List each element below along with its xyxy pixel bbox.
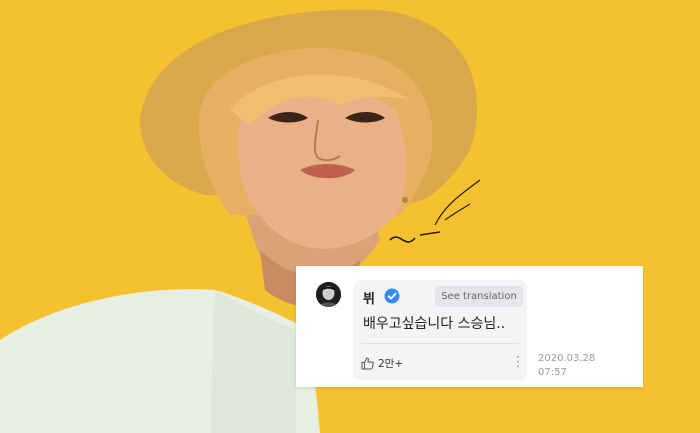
comment-time: 07:57 xyxy=(538,367,567,378)
artist-signature xyxy=(389,179,481,243)
more-vertical-icon[interactable]: ⋮ xyxy=(511,353,525,371)
comment-card: 뷔 See translation 배우고싶습니다 스승님.. 2만+ ⋮ 20… xyxy=(296,266,643,387)
divider xyxy=(361,343,519,344)
comment-text: 배우고싶습니다 스승님.. xyxy=(363,316,506,332)
avatar-image xyxy=(316,282,341,307)
verified-badge-icon xyxy=(384,288,400,304)
thumbs-up-icon xyxy=(361,356,374,369)
comment-bubble: 뷔 See translation 배우고싶습니다 스승님.. 2만+ ⋮ xyxy=(353,280,527,380)
like-button[interactable]: 2만+ xyxy=(361,354,403,372)
avatar[interactable] xyxy=(316,282,341,307)
see-translation-button[interactable]: See translation xyxy=(435,286,523,307)
comment-timestamp: 2020.03.28 07:57 xyxy=(538,352,598,380)
comment-date: 2020.03.28 xyxy=(538,353,596,364)
comment-author[interactable]: 뷔 xyxy=(363,288,375,307)
like-count: 2만+ xyxy=(378,357,404,370)
